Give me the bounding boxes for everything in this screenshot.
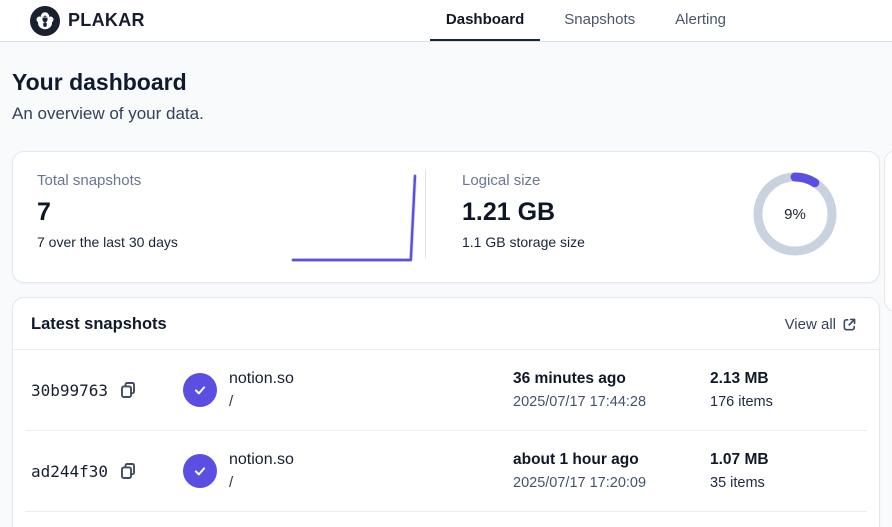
total-snapshots-caption: 7 over the last 30 days <box>37 234 291 250</box>
snapshot-list: 30b99763 notion.so / 36 minutes ago 2025… <box>13 350 879 512</box>
table-row[interactable]: 30b99763 notion.so / 36 minutes ago 2025… <box>13 350 879 430</box>
logical-size-caption: 1.1 GB storage size <box>462 234 751 250</box>
total-snapshots-stat: Total snapshots 7 7 over the last 30 day… <box>13 152 291 282</box>
external-link-icon <box>842 317 857 332</box>
plakar-logo-icon <box>30 6 60 36</box>
storage-usage-donut-chart: 9% <box>751 170 839 258</box>
tab-snapshots[interactable]: Snapshots <box>548 0 651 41</box>
tab-alerting[interactable]: Alerting <box>659 0 742 41</box>
snapshot-name: notion.so <box>229 451 294 469</box>
snapshot-id-cell: ad244f30 <box>31 461 183 481</box>
snapshot-ago: 36 minutes ago <box>513 370 710 388</box>
stats-card: Total snapshots 7 7 over the last 30 day… <box>12 151 880 283</box>
total-snapshots-value: 7 <box>37 198 291 227</box>
view-all-label: View all <box>785 316 836 333</box>
snapshot-timestamp: 2025/07/17 17:20:09 <box>513 475 710 491</box>
snapshot-status-badge <box>183 373 217 407</box>
dashboard-page: Your dashboard An overview of your data.… <box>0 42 892 527</box>
sparkline-svg <box>291 172 419 264</box>
snapshot-time-cell: about 1 hour ago 2025/07/17 17:20:09 <box>513 451 710 491</box>
brand[interactable]: PLAKAR <box>0 0 145 41</box>
check-icon <box>191 381 209 399</box>
snapshot-status-badge <box>183 454 217 488</box>
stats-divider <box>425 170 426 258</box>
page-title: Your dashboard <box>12 68 880 96</box>
logical-size-label: Logical size <box>462 172 751 189</box>
snapshot-items: 176 items <box>710 394 861 410</box>
snapshot-time-cell: 36 minutes ago 2025/07/17 17:44:28 <box>513 370 710 410</box>
latest-snapshots-header: Latest snapshots View all <box>13 298 879 350</box>
table-row[interactable]: ad244f30 notion.so / about 1 hour ago 20… <box>13 431 879 511</box>
snapshot-source-cell: notion.so / <box>183 451 513 491</box>
snapshot-size-cell: 2.13 MB 176 items <box>710 370 861 410</box>
snapshot-id-cell: 30b99763 <box>31 380 183 400</box>
primary-nav: Dashboard Snapshots Alerting <box>430 0 742 41</box>
logical-size-stat: Logical size 1.21 GB 1.1 GB storage size <box>438 152 751 282</box>
copy-icon <box>118 380 138 400</box>
total-snapshots-label: Total snapshots <box>37 172 291 189</box>
snapshot-size-cell: 1.07 MB 35 items <box>710 451 861 491</box>
row-divider <box>25 511 867 512</box>
snapshot-id: 30b99763 <box>31 381 108 400</box>
copy-id-button[interactable] <box>118 461 138 481</box>
view-all-link[interactable]: View all <box>785 316 857 333</box>
snapshot-timestamp: 2025/07/17 17:44:28 <box>513 394 710 410</box>
latest-snapshots-card: Latest snapshots View all 30b99763 <box>12 297 880 527</box>
snapshot-name: notion.so <box>229 370 294 388</box>
snapshot-size: 2.13 MB <box>710 370 861 388</box>
snapshot-path: / <box>229 474 294 491</box>
page-subtitle: An overview of your data. <box>12 104 880 124</box>
next-card-peek <box>884 150 892 312</box>
copy-id-button[interactable] <box>118 380 138 400</box>
logical-size-value: 1.21 GB <box>462 198 751 227</box>
snapshot-items: 35 items <box>710 475 861 491</box>
copy-icon <box>118 461 138 481</box>
snapshot-ago: about 1 hour ago <box>513 451 710 469</box>
tab-dashboard[interactable]: Dashboard <box>430 0 540 41</box>
check-icon <box>191 462 209 480</box>
donut-percent-label: 9% <box>751 170 839 258</box>
snapshot-size: 1.07 MB <box>710 451 861 469</box>
snapshot-source-cell: notion.so / <box>183 370 513 410</box>
snapshot-path: / <box>229 393 294 410</box>
top-navigation-bar: PLAKAR Dashboard Snapshots Alerting <box>0 0 892 42</box>
latest-snapshots-title: Latest snapshots <box>31 315 167 334</box>
snapshot-id: ad244f30 <box>31 462 108 481</box>
snapshots-sparkline-chart <box>291 172 419 282</box>
brand-name: PLAKAR <box>68 10 145 31</box>
